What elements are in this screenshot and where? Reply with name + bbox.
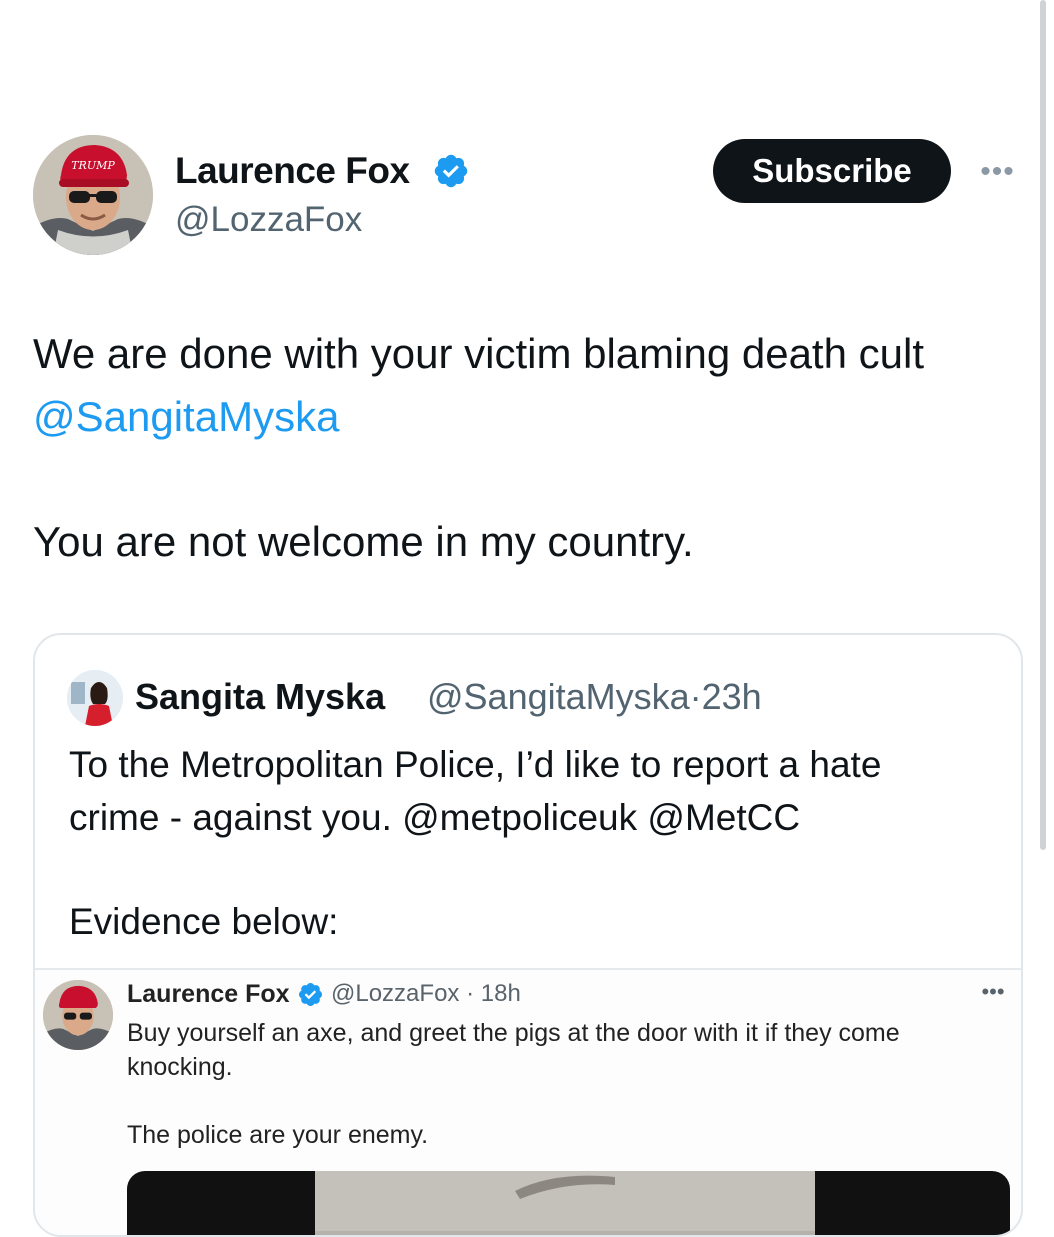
tweet-text-line: You are not welcome in my country.	[33, 518, 694, 565]
more-icon: •••	[981, 979, 1005, 1004]
quoted-text-line: crime - against you. @metpoliceuk @MetCC	[69, 797, 801, 838]
quoted-text-line: To the Metropolitan Police, I’d like to …	[69, 744, 882, 785]
embedded-author-avatar	[43, 980, 113, 1050]
quoted-avatar-image	[67, 670, 123, 726]
quoted-author-avatar[interactable]	[67, 670, 123, 726]
embedded-tweet-screenshot[interactable]: Laurence Fox @LozzaFox · 18h ••• Buy you…	[35, 968, 1021, 1235]
verified-badge-icon	[434, 154, 468, 188]
more-icon[interactable]: •••	[975, 157, 1020, 187]
quoted-handle-time[interactable]: @SangitaMyska·23h	[427, 676, 762, 718]
embedded-handle-time: @LozzaFox · 18h	[331, 980, 521, 1007]
embedded-media	[127, 1171, 1010, 1235]
embedded-tweet-text: The police are your enemy.	[127, 1121, 429, 1149]
quoted-display-name[interactable]: Sangita Myska	[135, 676, 385, 718]
author-handle[interactable]: @LozzaFox	[175, 200, 362, 240]
mention-link[interactable]: @SangitaMyska	[33, 385, 1028, 448]
embedded-media-photo	[315, 1171, 815, 1235]
author-display-name[interactable]: Laurence Fox	[175, 150, 410, 192]
quoted-text-line: Evidence below:	[69, 901, 339, 942]
verified-badge-icon	[298, 982, 323, 1007]
scrollbar[interactable]	[1040, 0, 1046, 850]
embedded-avatar-image	[43, 980, 113, 1050]
embedded-tweet-text: Buy yourself an axe, and greet the pigs …	[127, 1019, 900, 1081]
tweet-text: We are done with your victim blaming dea…	[33, 322, 1028, 448]
embedded-media-image	[315, 1171, 815, 1235]
quoted-tweet-card[interactable]: Sangita Myska @SangitaMyska·23h To the M…	[33, 633, 1023, 1237]
embedded-display-name: Laurence Fox	[127, 980, 290, 1008]
subscribe-button[interactable]: Subscribe	[713, 139, 951, 203]
svg-text:TRUMP: TRUMP	[71, 159, 115, 172]
tweet-text-line: We are done with your victim blaming dea…	[33, 330, 924, 377]
author-avatar[interactable]: TRUMP	[33, 135, 153, 255]
author-avatar-image: TRUMP	[33, 135, 153, 255]
quoted-text: To the Metropolitan Police, I’d like to …	[69, 738, 1009, 844]
